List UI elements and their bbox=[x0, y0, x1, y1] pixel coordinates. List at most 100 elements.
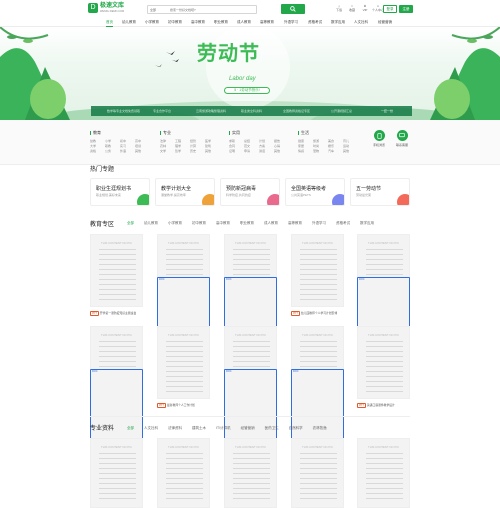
category-link[interactable]: 公务 bbox=[105, 149, 117, 153]
category-link[interactable]: 申请 bbox=[244, 149, 256, 153]
nav-item[interactable]: 资格考试 bbox=[308, 20, 322, 25]
nav-item[interactable]: 人文社科 bbox=[354, 20, 368, 25]
nav-item[interactable]: 幼儿教育 bbox=[122, 20, 136, 25]
category-link[interactable]: 宠物 bbox=[313, 149, 325, 153]
tab[interactable]: 外语学习 bbox=[312, 221, 326, 226]
search-button[interactable] bbox=[281, 4, 305, 14]
tab[interactable]: 法律资料 bbox=[168, 426, 182, 431]
category-link[interactable]: 实习 bbox=[120, 144, 132, 148]
doc-caption[interactable]: DOC幼儿园教师个人述职报告总结 bbox=[224, 276, 282, 350]
doc-caption[interactable]: DOC高中化学实验报告范文精选 bbox=[291, 368, 349, 442]
category-link[interactable]: 其他 bbox=[343, 149, 355, 153]
category-link[interactable]: 总结 bbox=[244, 139, 256, 143]
category-link[interactable]: 大学 bbox=[90, 144, 102, 148]
category-link[interactable]: 美食 bbox=[328, 139, 340, 143]
doc-thumbnail[interactable]: THIS CONTENT NO PIC bbox=[291, 234, 344, 307]
category-link[interactable]: 其他 bbox=[135, 149, 147, 153]
nav-item[interactable]: 高中教育 bbox=[191, 20, 205, 25]
doc-thumbnail[interactable]: THIS CONTENT NO PIC bbox=[90, 234, 143, 307]
category-link[interactable]: 范文 bbox=[244, 144, 256, 148]
category-link[interactable]: 合同 bbox=[229, 144, 241, 148]
doc-caption[interactable]: PPT 幼儿园教师个人学习计划安排 bbox=[291, 310, 349, 316]
nav-item-home[interactable]: 首页 bbox=[106, 20, 113, 25]
category-link[interactable]: 小学 bbox=[105, 139, 117, 143]
nav-item[interactable]: 成人教育 bbox=[237, 20, 251, 25]
category-link[interactable]: 哲学 bbox=[175, 149, 187, 153]
category-link[interactable]: 高中 bbox=[135, 139, 147, 143]
tab[interactable]: IT/计算机 bbox=[216, 426, 231, 431]
tab[interactable]: 幼儿教育 bbox=[144, 221, 158, 226]
banner-strip-link[interactable]: 云南旅游攻略整理资料 bbox=[196, 109, 226, 113]
category-link[interactable]: 历史 bbox=[190, 149, 202, 153]
category-link[interactable]: 外语 bbox=[120, 149, 132, 153]
tab[interactable]: 资格考试 bbox=[336, 221, 350, 226]
mobile-view-button[interactable]: 手机浏览 bbox=[370, 130, 388, 147]
banner-strip-link[interactable]: 数学等专业文档免费领取 bbox=[107, 109, 140, 113]
tab[interactable]: 人文社科 bbox=[144, 426, 158, 431]
category-link[interactable]: 汽车 bbox=[328, 149, 340, 153]
category-link[interactable]: 旅游 bbox=[313, 139, 325, 143]
banner-strip-link[interactable]: 全国教师资格证专区 bbox=[283, 109, 310, 113]
tab[interactable]: 自然科学 bbox=[289, 426, 303, 431]
category-link[interactable]: 文学 bbox=[160, 149, 172, 153]
banner-strip-link[interactable]: 专业合作平台 bbox=[153, 109, 171, 113]
tab[interactable]: 初中教育 bbox=[192, 221, 206, 226]
nav-item[interactable]: 经管营销 bbox=[378, 20, 392, 25]
doc-thumbnail[interactable]: THIS CONTENT NO PIC bbox=[357, 438, 410, 508]
tab[interactable]: 成人教育 bbox=[264, 221, 278, 226]
category-link[interactable]: 其他 bbox=[205, 149, 217, 153]
category-link[interactable]: 初中 bbox=[120, 139, 132, 143]
site-logo[interactable]: D 极速文库 WENKU.DEMO.COM bbox=[88, 3, 124, 13]
category-link[interactable]: 证明 bbox=[229, 149, 241, 153]
category-link[interactable]: 工程 bbox=[175, 139, 187, 143]
category-link[interactable]: 报告 bbox=[274, 139, 286, 143]
topic-card[interactable]: 全国英语等级考 公共英语PETS bbox=[285, 178, 345, 206]
category-link[interactable]: 法律 bbox=[160, 139, 172, 143]
tab-all[interactable]: 全部 bbox=[127, 221, 134, 226]
nav-item[interactable]: 外语学习 bbox=[284, 20, 298, 25]
tab[interactable]: 农林牧渔 bbox=[313, 426, 327, 431]
header-favorites[interactable]: ☆ 收藏 bbox=[346, 4, 358, 12]
category-link[interactable]: 建筑 bbox=[205, 144, 217, 148]
register-button[interactable]: 注册 bbox=[399, 5, 413, 13]
category-link[interactable]: 幼教 bbox=[90, 139, 102, 143]
tab[interactable]: 建筑土木 bbox=[192, 426, 206, 431]
doc-caption[interactable]: DOC部编版语文教学设计案例分析 bbox=[357, 276, 415, 350]
doc-caption[interactable]: PPT 最新教师个人工作计划 bbox=[157, 402, 215, 408]
category-link[interactable]: 理学 bbox=[175, 144, 187, 148]
doc-thumbnail[interactable]: THIS CONTENT NO PIC bbox=[291, 438, 344, 508]
category-link[interactable]: 家居 bbox=[298, 144, 310, 148]
category-link[interactable]: 娱乐 bbox=[328, 144, 340, 148]
customer-service-button[interactable]: 联系客服 bbox=[393, 130, 411, 147]
tab[interactable]: 高中教育 bbox=[216, 221, 230, 226]
category-link[interactable]: 培训 bbox=[135, 144, 147, 148]
category-link[interactable]: 情感 bbox=[298, 149, 310, 153]
category-link[interactable]: 医学 bbox=[205, 139, 217, 143]
doc-thumbnail[interactable]: THIS CONTENT NO PIC bbox=[224, 438, 277, 508]
tab[interactable]: 高等教育 bbox=[288, 221, 302, 226]
search-scope-select[interactable]: 全部 bbox=[150, 8, 156, 12]
category-link[interactable]: 计划 bbox=[259, 139, 271, 143]
category-link[interactable]: 方案 bbox=[259, 144, 271, 148]
doc-caption[interactable]: DOC初中生物会考知识点汇总 bbox=[157, 276, 215, 350]
topic-card[interactable]: 教学计划大全 课堂教学,提高效率 bbox=[155, 178, 215, 206]
category-link[interactable]: 讲话 bbox=[259, 149, 271, 153]
category-link[interactable]: 资格 bbox=[90, 149, 102, 153]
doc-thumbnail[interactable]: THIS CONTENT NO PIC bbox=[357, 326, 410, 399]
header-vip[interactable]: ♛ VIP bbox=[359, 4, 371, 12]
category-link[interactable]: 心得 bbox=[274, 144, 286, 148]
category-link[interactable]: 求职 bbox=[229, 139, 241, 143]
doc-caption[interactable]: DOC小学语文古诗词知识点汇总大全 bbox=[224, 368, 282, 442]
header-download[interactable]: ⤓ 下载 bbox=[333, 4, 345, 12]
category-link[interactable]: 其他 bbox=[274, 149, 286, 153]
tab[interactable]: 医药卫生 bbox=[265, 426, 279, 431]
login-button[interactable]: 登录 bbox=[383, 5, 397, 13]
banner-strip-link[interactable]: 职业类全科资料 bbox=[241, 109, 262, 113]
tab[interactable]: 小学教育 bbox=[168, 221, 182, 226]
nav-item[interactable]: 初中教育 bbox=[168, 20, 182, 25]
search-input[interactable] bbox=[170, 6, 250, 13]
category-link[interactable]: 计算 bbox=[190, 144, 202, 148]
nav-item[interactable]: 高等教育 bbox=[260, 20, 274, 25]
topic-card[interactable]: 预防新冠病毒 科学防疫,共同抗疫 bbox=[220, 178, 280, 206]
doc-caption[interactable]: PPT 英语口语课件教学设计 bbox=[357, 402, 415, 408]
